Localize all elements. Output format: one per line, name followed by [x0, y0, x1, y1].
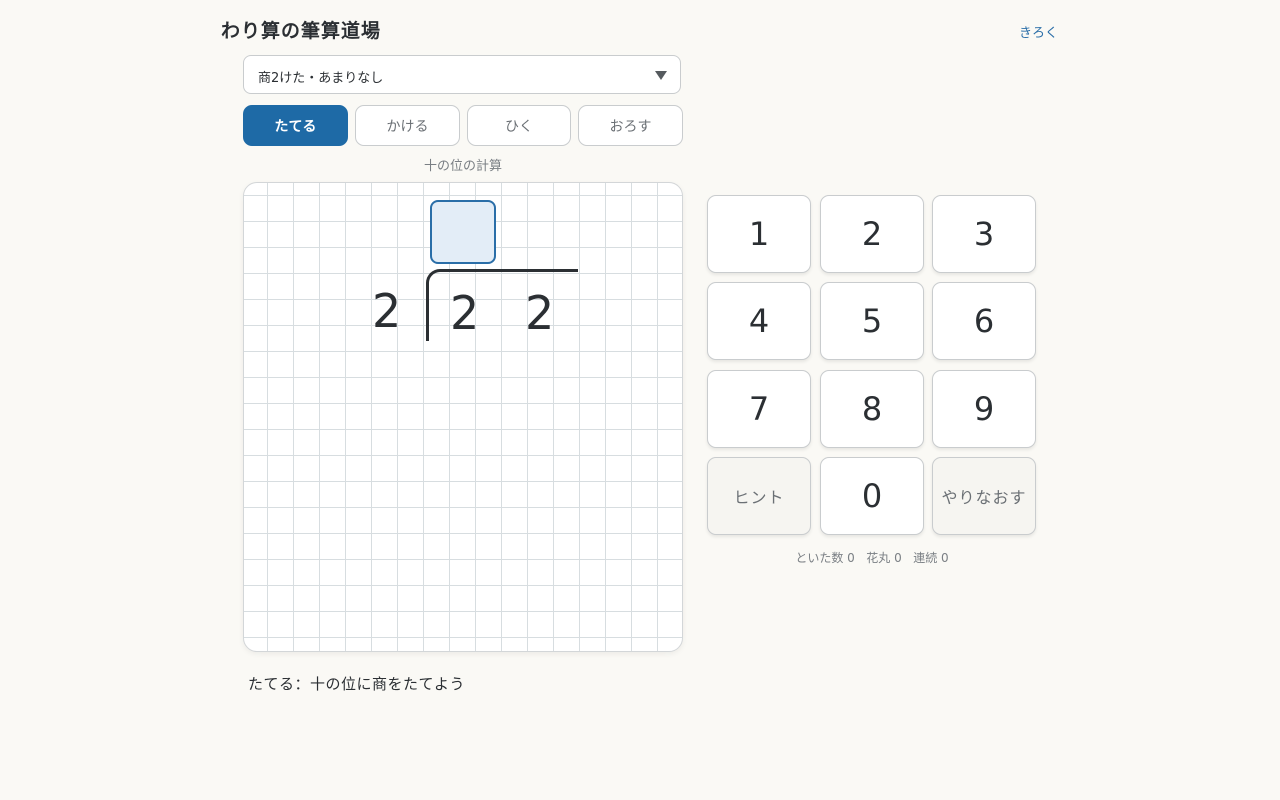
flowers-count-value: 0	[894, 551, 902, 565]
division-bracket	[426, 269, 578, 341]
divisor-digit: 2	[372, 284, 402, 338]
key-5[interactable]: 5	[820, 282, 924, 360]
streak-count-value: 0	[941, 551, 949, 565]
app-title: わり算の筆算道場	[221, 20, 382, 42]
level-select[interactable]: 商2けた・あまりなし	[243, 55, 681, 94]
key-8[interactable]: 8	[820, 370, 924, 448]
hint-button[interactable]: ヒント	[707, 457, 811, 535]
quotient-tens-input[interactable]	[430, 200, 496, 264]
key-2[interactable]: 2	[820, 195, 924, 273]
step-tab-hiku[interactable]: ひく	[467, 105, 571, 146]
step-tab-orosu[interactable]: おろす	[578, 105, 683, 146]
dividend-digit-tens: 2	[450, 286, 480, 340]
instruction-text: たてる：十の位に商をたてよう	[248, 675, 466, 693]
step-tab-kakeru[interactable]: かける	[355, 105, 460, 146]
key-3[interactable]: 3	[932, 195, 1036, 273]
level-select-value: 商2けた・あまりなし	[258, 71, 384, 86]
stats-bar: といた数 0 花丸 0 連続 0	[707, 549, 1037, 566]
history-link[interactable]: きろく	[1019, 22, 1058, 41]
key-6[interactable]: 6	[932, 282, 1036, 360]
step-tab-tateru[interactable]: たてる	[243, 105, 348, 146]
key-0[interactable]: 0	[820, 457, 924, 535]
solved-count-value: 0	[847, 551, 855, 565]
flowers-count-label: 花丸	[866, 551, 891, 565]
dividend-digit-ones: 2	[525, 286, 555, 340]
key-7[interactable]: 7	[707, 370, 811, 448]
step-caption: 十の位の計算	[423, 159, 502, 174]
streak-count-label: 連続	[913, 551, 938, 565]
key-9[interactable]: 9	[932, 370, 1036, 448]
chevron-down-icon	[655, 71, 667, 80]
key-1[interactable]: 1	[707, 195, 811, 273]
solved-count-label: といた数	[795, 551, 844, 565]
key-4[interactable]: 4	[707, 282, 811, 360]
redo-button[interactable]: やりなおす	[932, 457, 1036, 535]
